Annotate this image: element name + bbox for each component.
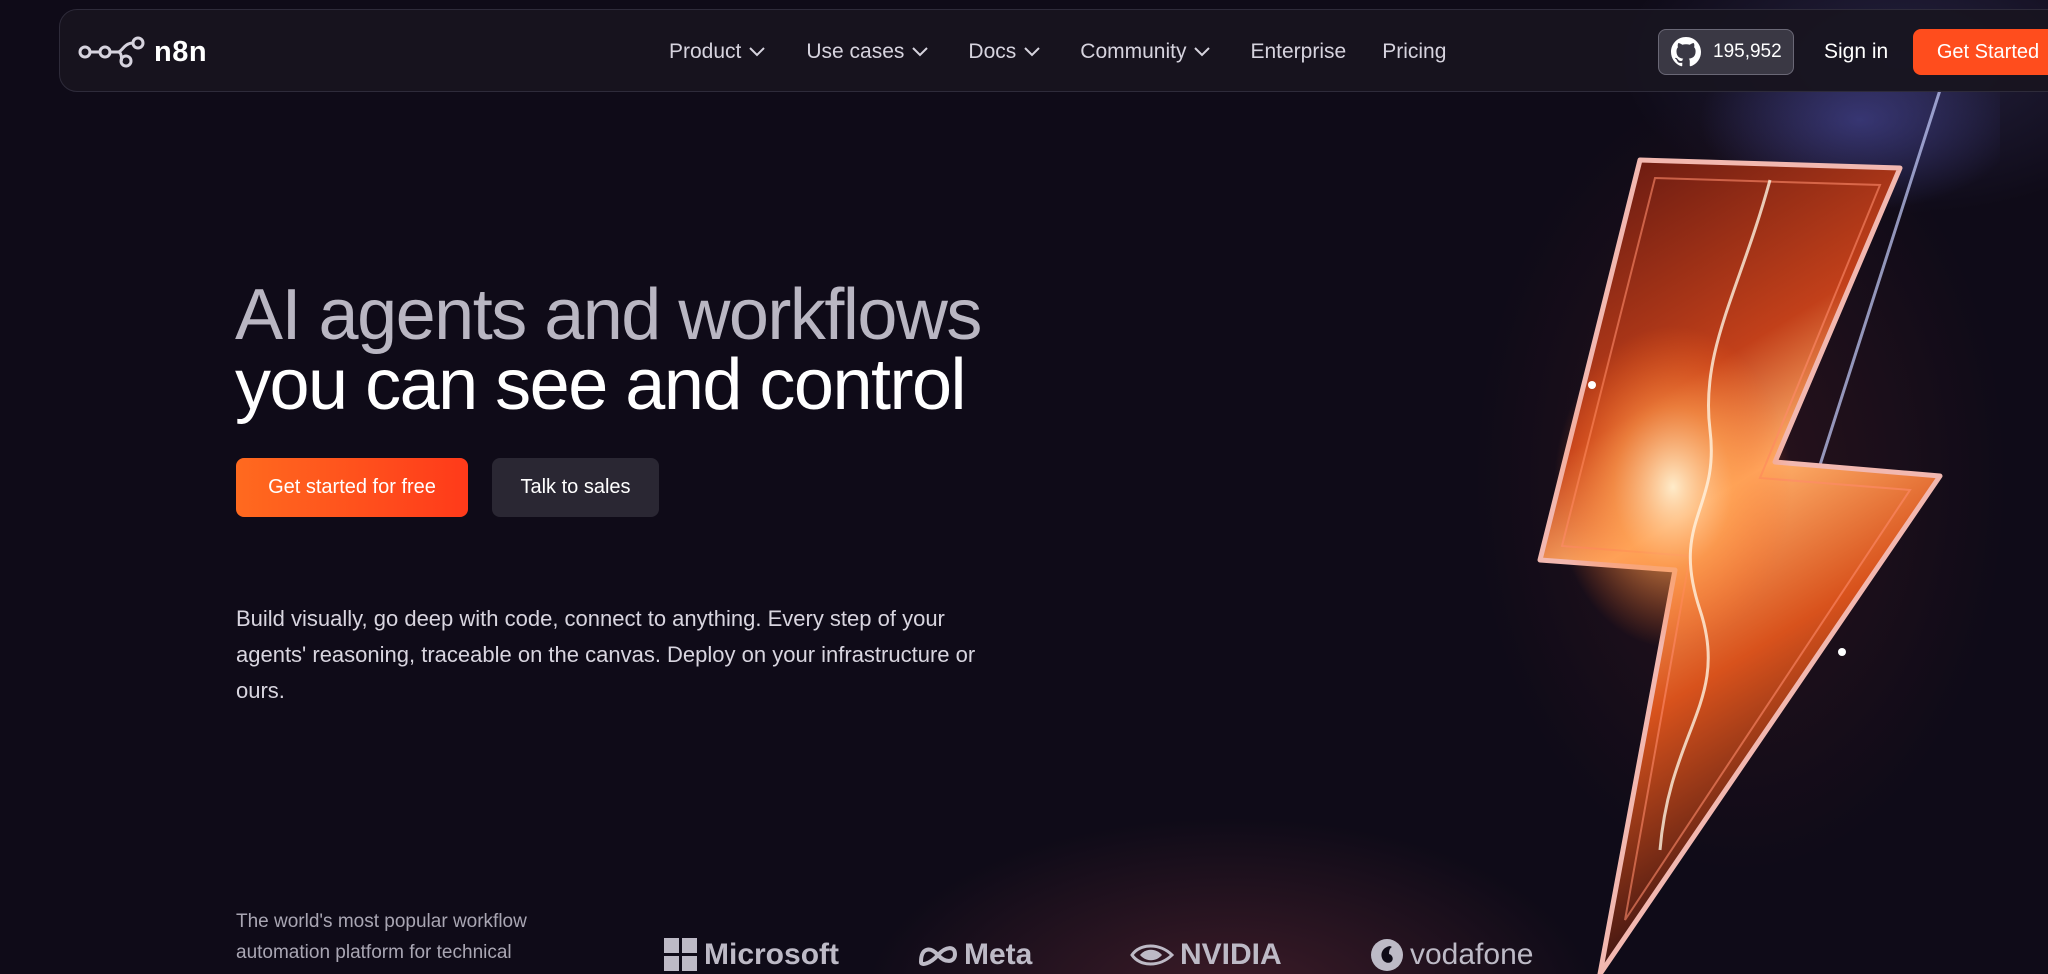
github-icon <box>1671 37 1701 67</box>
meta-logo: Meta <box>918 935 1032 974</box>
sign-in-link[interactable]: Sign in <box>1824 10 1888 93</box>
nav-item-label: Community <box>1080 39 1187 63</box>
chevron-down-icon <box>1024 46 1040 57</box>
brand-name: NVIDIA <box>1180 937 1282 971</box>
nav-item-pricing[interactable]: Pricing <box>1382 40 1446 64</box>
nvidia-logo: NVIDIA <box>1130 935 1282 974</box>
chevron-down-icon <box>749 46 766 57</box>
nav-item-enterprise[interactable]: Enterprise <box>1250 40 1346 64</box>
github-star-count: 195,952 <box>1713 41 1782 62</box>
hero-title-line1: AI agents and workflows <box>235 275 982 355</box>
meta-logo-icon <box>918 945 958 966</box>
nav-item-label: Use cases <box>806 39 905 63</box>
nav-item-label: Docs <box>968 39 1017 63</box>
nav-item-use-cases[interactable]: Use cases <box>806 39 929 64</box>
nav-item-label: Pricing <box>1382 39 1447 63</box>
lightning-bolt-illustration <box>1520 90 2000 974</box>
chevron-down-icon <box>1194 46 1211 57</box>
microsoft-logo: Microsoft <box>664 935 839 974</box>
microsoft-logo-icon <box>664 937 697 971</box>
nav-menu: Product Use cases Docs Community Enterpr… <box>669 10 1446 93</box>
hero-title-line2: you can see and control <box>235 345 967 425</box>
get-started-free-button[interactable]: Get started for free <box>236 458 468 517</box>
nav-item-label: Enterprise <box>1250 39 1347 63</box>
hero-title: AI agents and workflows you can see and … <box>235 275 982 425</box>
nav-item-community[interactable]: Community <box>1080 39 1211 64</box>
talk-to-sales-button[interactable]: Talk to sales <box>492 458 659 517</box>
nav-item-label: Product <box>669 39 742 63</box>
brand-name: Microsoft <box>704 937 839 971</box>
nav-item-docs[interactable]: Docs <box>968 40 1040 64</box>
brand-name: Meta <box>964 937 1033 971</box>
logo-wordmark: n8n <box>154 35 208 68</box>
top-navbar: n8n Product Use cases Docs Community Ent… <box>59 9 2048 92</box>
nvidia-logo-icon <box>1130 944 1174 965</box>
hero-description: Build visually, go deep with code, conne… <box>236 606 976 703</box>
nav-item-product[interactable]: Product <box>669 39 766 64</box>
get-started-button[interactable]: Get Started <box>1913 29 2048 75</box>
vodafone-logo-icon <box>1371 938 1403 971</box>
n8n-logo-icon <box>78 36 145 68</box>
chevron-down-icon <box>912 46 929 57</box>
github-stars-button[interactable]: 195,952 <box>1658 29 1794 75</box>
vodafone-logo: vodafone <box>1370 935 1533 974</box>
brand-name: vodafone <box>1410 937 1534 971</box>
social-proof-tagline: The world's most popular workflow automa… <box>236 911 527 963</box>
n8n-logo[interactable]: n8n <box>78 35 207 69</box>
